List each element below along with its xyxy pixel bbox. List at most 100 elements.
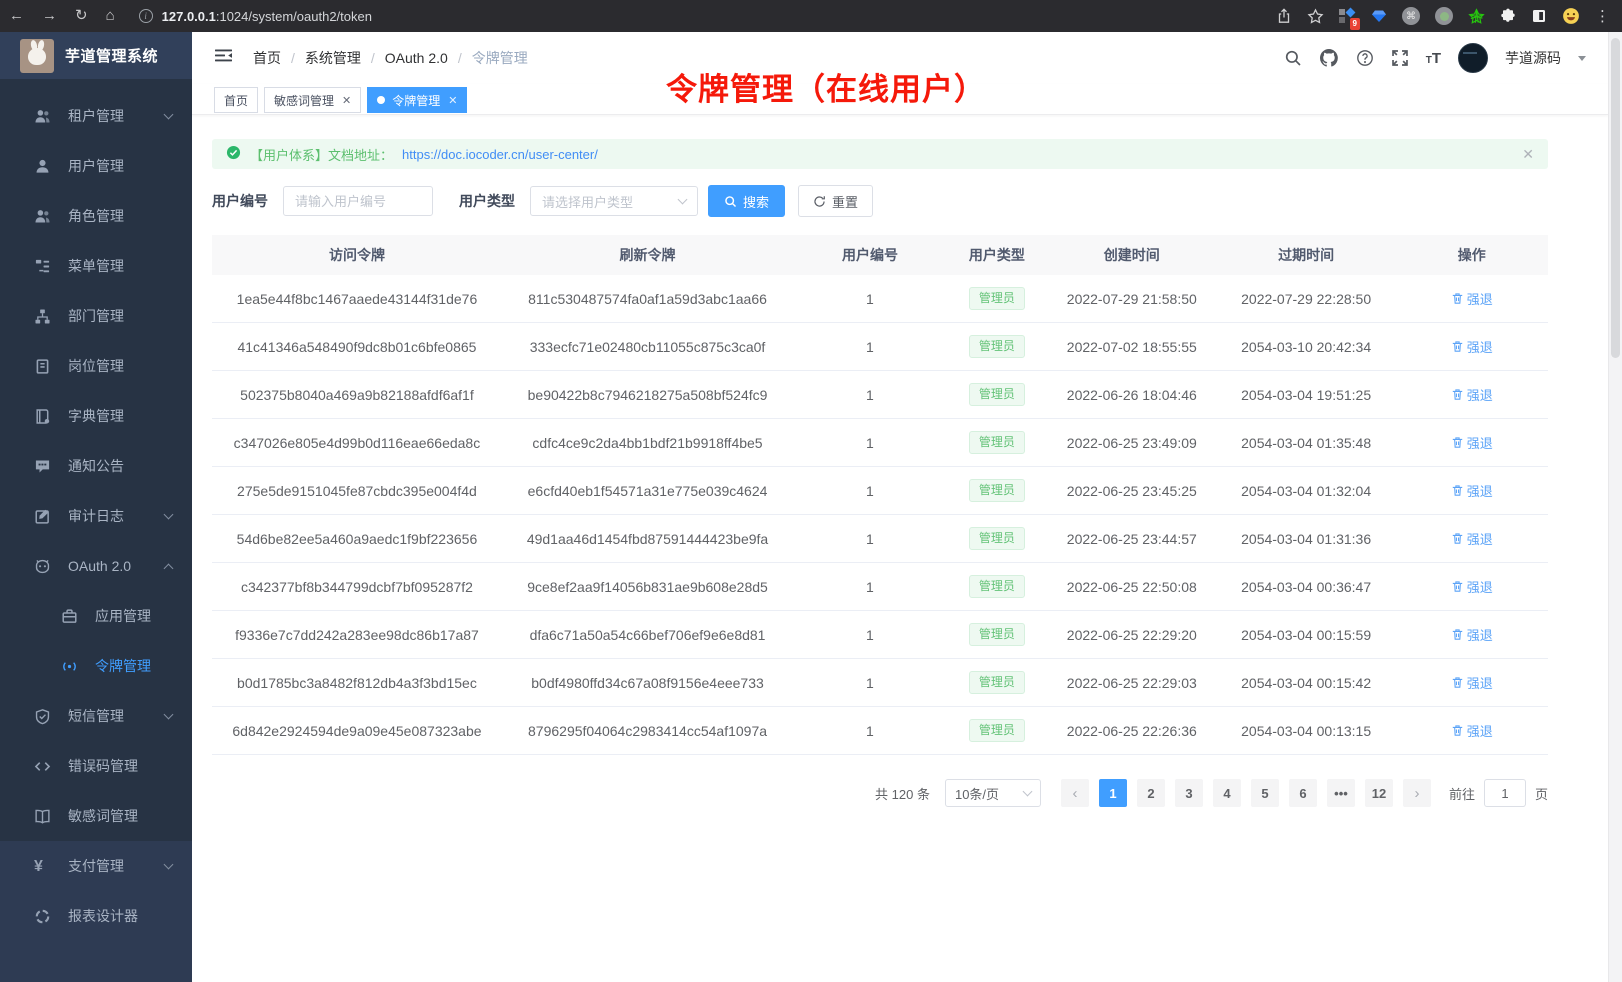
tab-首页[interactable]: 首页 [214, 87, 258, 113]
force-logout-button[interactable]: 强退 [1451, 625, 1493, 644]
extension-badge: 9 [1350, 18, 1360, 30]
table-row: 6d842e2924594de9a09e45e087323abe8796295f… [212, 707, 1548, 755]
github-icon[interactable] [1319, 48, 1339, 68]
site-info-icon[interactable]: i [139, 9, 153, 23]
force-logout-button[interactable]: 强退 [1451, 337, 1493, 356]
sidebar-item-role[interactable]: 角色管理 [0, 191, 192, 241]
sidebar-item-oauth2[interactable]: OAuth 2.0 [0, 541, 192, 591]
action-cell: 强退 [1396, 337, 1548, 356]
bookmark-star-icon[interactable] [1307, 8, 1324, 25]
tab-敏感词管理[interactable]: 敏感词管理✕ [264, 87, 361, 113]
back-icon[interactable]: ← [9, 0, 24, 32]
breadcrumb-system[interactable]: 系统管理 [305, 48, 361, 68]
search-icon[interactable] [1284, 49, 1302, 67]
access-token-cell: c342377bf8b344799dcbf7bf095287f2 [212, 579, 502, 595]
record-extension-icon[interactable] [1435, 7, 1453, 25]
user-type-cell: 管理员 [947, 335, 1047, 357]
force-logout-button[interactable]: 强退 [1451, 673, 1493, 692]
forward-icon[interactable]: → [42, 0, 57, 32]
page-button-4[interactable]: 4 [1213, 779, 1241, 807]
force-logout-button[interactable]: 强退 [1451, 529, 1493, 548]
force-logout-button[interactable]: 强退 [1451, 385, 1493, 404]
search-button[interactable]: 搜索 [708, 185, 785, 217]
app-logo-row[interactable]: 芋道管理系统 [0, 32, 192, 79]
sidebar-item-tenant[interactable]: 租户管理 [0, 91, 192, 141]
sidebar-item-oauth2-token[interactable]: 令牌管理 [0, 641, 192, 691]
app-title: 芋道管理系统 [65, 45, 158, 66]
user-type-select[interactable]: 请选择用户类型 [530, 186, 698, 216]
page-button-3[interactable]: 3 [1175, 779, 1203, 807]
sidebar-item-menu[interactable]: 菜单管理 [0, 241, 192, 291]
avatar[interactable] [1458, 43, 1488, 73]
user-type-tag: 管理员 [969, 623, 1025, 645]
user-type-tag: 管理员 [969, 527, 1025, 549]
page-button-6[interactable]: 6 [1289, 779, 1317, 807]
sidebar-item-dict[interactable]: 字典管理 [0, 391, 192, 441]
tab-close-icon[interactable]: ✕ [448, 94, 457, 107]
sidebar-item-audit-log[interactable]: 审计日志 [0, 491, 192, 541]
column-header: 刷新令牌 [502, 245, 793, 265]
force-logout-button[interactable]: 强退 [1451, 481, 1493, 500]
breadcrumb-home[interactable]: 首页 [253, 48, 281, 68]
emoji-extension-icon[interactable] [1562, 7, 1580, 25]
sidebar-item-oauth2-app[interactable]: 应用管理 [0, 591, 192, 641]
force-logout-button[interactable]: 强退 [1451, 721, 1493, 740]
sidebar-item-label: 错误码管理 [68, 756, 138, 776]
briefcase-icon [61, 608, 78, 625]
breadcrumb-oauth[interactable]: OAuth 2.0 [385, 50, 448, 66]
page-button-5[interactable]: 5 [1251, 779, 1279, 807]
page-ellipsis[interactable]: ••• [1327, 779, 1355, 807]
force-logout-button[interactable]: 强退 [1451, 577, 1493, 596]
sidebar-item-pay[interactable]: ¥支付管理 [0, 841, 192, 891]
sidebar-item-user[interactable]: 用户管理 [0, 141, 192, 191]
sidebar-collapse-icon[interactable] [214, 47, 233, 69]
expire-time-cell: 2054-03-04 19:51:25 [1217, 387, 1396, 403]
browser-menu-icon[interactable]: ⋮ [1595, 7, 1610, 25]
page-scrollbar[interactable] [1608, 32, 1622, 982]
address-bar[interactable]: i 127.0.0.1:1024/system/oauth2/token [139, 9, 372, 24]
help-icon[interactable] [1356, 49, 1374, 67]
share-icon[interactable] [1276, 8, 1292, 24]
sidebar-item-dept[interactable]: 部门管理 [0, 291, 192, 341]
puzzle-extension-icon[interactable] [1500, 8, 1516, 24]
alert-close-icon[interactable]: ✕ [1522, 146, 1534, 163]
trash-icon [1451, 340, 1464, 353]
page-button-1[interactable]: 1 [1099, 779, 1127, 807]
command-extension-icon[interactable]: ⌘ [1402, 7, 1420, 25]
sidebar-item-error-code[interactable]: 错误码管理 [0, 741, 192, 791]
reload-icon[interactable]: ↻ [75, 0, 88, 32]
user-caret-icon[interactable] [1578, 56, 1586, 65]
gem-extension-icon[interactable] [1371, 8, 1387, 24]
page-button-2[interactable]: 2 [1137, 779, 1165, 807]
font-size-icon[interactable]: TT [1426, 50, 1441, 67]
alert-doc-link[interactable]: https://doc.iocoder.cn/user-center/ [402, 147, 598, 162]
expire-time-cell: 2054-03-04 00:36:47 [1217, 579, 1396, 595]
fullscreen-icon[interactable] [1391, 49, 1409, 67]
extension-squares-icon[interactable]: 9 [1339, 8, 1356, 25]
sidebar-item-sms[interactable]: 短信管理 [0, 691, 192, 741]
sidebar-item-notice[interactable]: 通知公告 [0, 441, 192, 491]
page-button-12[interactable]: 12 [1365, 779, 1393, 807]
home-icon[interactable]: ⌂ [106, 0, 115, 32]
sidebar-item-label: 令牌管理 [95, 656, 151, 676]
prev-page-button[interactable]: ‹ [1061, 779, 1089, 807]
edit-square-icon [34, 508, 51, 525]
tab-令牌管理[interactable]: 令牌管理✕ [367, 87, 467, 113]
tab-close-icon[interactable]: ✕ [342, 94, 351, 107]
force-logout-button[interactable]: 强退 [1451, 433, 1493, 452]
reset-button[interactable]: 重置 [798, 185, 873, 217]
user-id-input[interactable] [283, 186, 433, 216]
force-logout-button[interactable]: 强退 [1451, 289, 1493, 308]
page-size-select[interactable]: 10条/页 [945, 779, 1041, 807]
create-time-cell: 2022-06-25 22:29:20 [1047, 627, 1217, 643]
user-id-cell: 1 [793, 579, 947, 595]
star-extension-icon[interactable] [1468, 8, 1485, 25]
username[interactable]: 芋道源码 [1505, 48, 1561, 68]
reader-mode-icon[interactable] [1531, 8, 1547, 24]
next-page-button[interactable]: › [1403, 779, 1431, 807]
sidebar-item-sensitive-word[interactable]: 敏感词管理 [0, 791, 192, 841]
goto-page-input[interactable] [1484, 779, 1526, 807]
scrollbar-thumb[interactable] [1611, 38, 1620, 358]
sidebar-item-post[interactable]: 岗位管理 [0, 341, 192, 391]
sidebar-item-report[interactable]: 报表设计器 [0, 891, 192, 941]
